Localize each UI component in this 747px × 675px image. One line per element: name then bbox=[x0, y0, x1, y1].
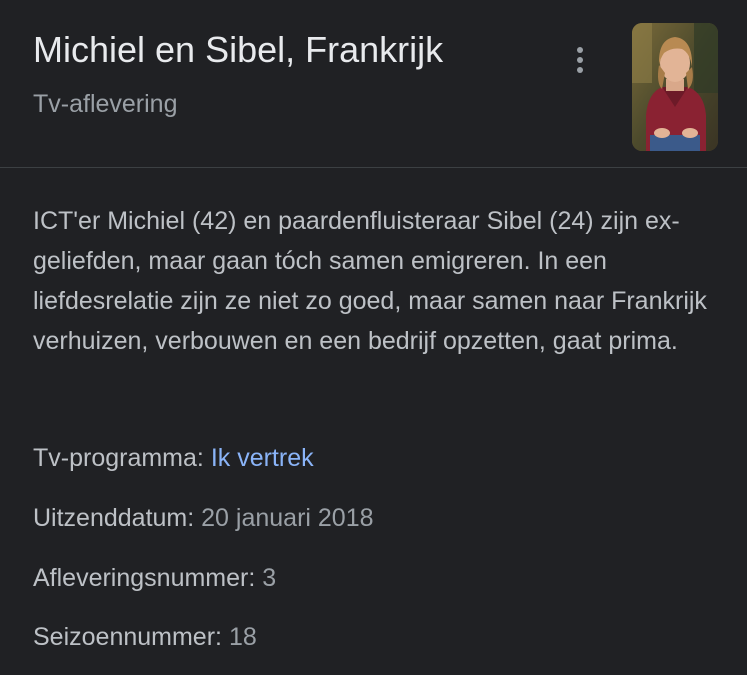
fact-airdate: Uitzenddatum: 20 januari 2018 bbox=[33, 502, 374, 534]
fact-program: Tv-programma: Ik vertrek bbox=[33, 442, 314, 474]
episode-thumbnail[interactable] bbox=[632, 23, 718, 151]
fact-airdate-value: 20 januari 2018 bbox=[201, 504, 374, 532]
fact-season-label: Seizoennummer: bbox=[33, 623, 229, 651]
fact-airdate-label: Uitzenddatum: bbox=[33, 504, 202, 532]
fact-episode-value: 3 bbox=[262, 564, 277, 592]
fact-season-value: 18 bbox=[228, 623, 257, 651]
fact-season: Seizoennummer: 18 bbox=[33, 621, 257, 653]
program-link[interactable]: Ik vertrek bbox=[211, 444, 314, 472]
knowledge-panel-header: Michiel en Sibel, Frankrijk Tv-afleverin… bbox=[0, 0, 747, 168]
person-photo bbox=[632, 23, 718, 151]
fact-episode-label: Afleveringsnummer: bbox=[33, 564, 263, 592]
fact-program-label: Tv-programma: bbox=[33, 444, 211, 472]
panel-title: Michiel en Sibel, Frankrijk bbox=[33, 29, 444, 70]
panel-subtitle: Tv-aflevering bbox=[33, 90, 178, 118]
episode-description: ICT'er Michiel (42) en paardenfluisteraa… bbox=[33, 207, 707, 355]
more-options-button[interactable] bbox=[562, 40, 598, 80]
fact-episode: Afleveringsnummer: 3 bbox=[33, 562, 276, 594]
